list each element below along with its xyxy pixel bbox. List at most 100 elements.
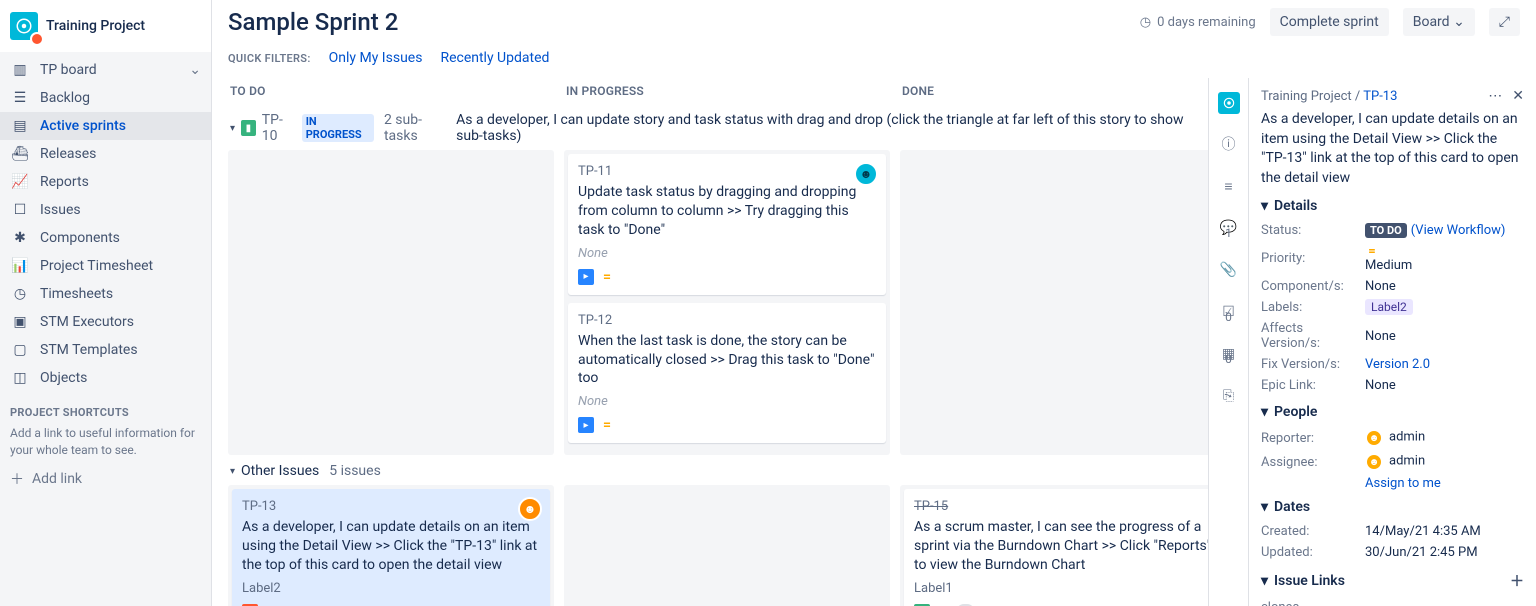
section-details[interactable]: ▾Details	[1261, 198, 1524, 214]
nav-stm-executors[interactable]: ▣ STM Executors	[0, 308, 211, 336]
nav-label: STM Templates	[40, 342, 138, 358]
plus-icon: ＋	[10, 469, 24, 489]
nav-label: Components	[40, 230, 120, 246]
ship-icon: ⛴	[10, 146, 30, 162]
swimlane-header-other[interactable]: ▾ Other Issues 5 issues	[228, 457, 1192, 485]
nav-backlog[interactable]: ☰Backlog	[0, 84, 211, 112]
swimlane-header[interactable]: ▾ ▮ TP-10 IN PROGRESS 2 sub-tasks As a d…	[228, 106, 1192, 150]
chevron-down-icon: ⌄	[1453, 14, 1465, 30]
description-icon[interactable]: ≡	[1217, 174, 1241, 198]
subtask-icon: ▸	[578, 269, 594, 285]
issue-count: 5 issues	[329, 463, 381, 479]
more-icon[interactable]: ⋯	[1488, 88, 1502, 104]
cell-done[interactable]	[900, 150, 1208, 455]
avatar: ☻	[1365, 453, 1383, 471]
issue-label: Label1	[914, 581, 1208, 596]
issue-card[interactable]: ☻ TP-11 Update task status by dragging a…	[568, 154, 886, 295]
main-header: Sample Sprint 2 ◷0 days remaining Comple…	[212, 0, 1536, 78]
priority-medium-icon: =	[1365, 244, 1379, 258]
avatar[interactable]: ☻	[854, 162, 878, 186]
nav-stm-templates[interactable]: ▢ STM Templates	[0, 336, 211, 364]
template-icon: ▢	[10, 342, 30, 358]
issue-card[interactable]: TP-12 When the last task is done, the st…	[568, 303, 886, 444]
subtask-count: 2 sub-tasks	[384, 112, 450, 144]
collapse-triangle-icon[interactable]: ▾	[230, 123, 235, 134]
swimlane-summary: As a developer, I can update story and t…	[456, 112, 1190, 144]
field-value: None	[1365, 279, 1396, 294]
info-icon[interactable]: ⓘ	[1217, 132, 1241, 156]
attach-icon[interactable]: 📎	[1217, 258, 1241, 282]
status-lozenge: IN PROGRESS	[302, 114, 374, 142]
cell-inprogress[interactable]: ☻ TP-11 Update task status by dragging a…	[564, 150, 890, 455]
quick-filters-label: QUICK FILTERS:	[228, 52, 311, 65]
nav-components[interactable]: ✱ Components	[0, 224, 211, 252]
field-value: 30/Jun/21 2:45 PM	[1365, 545, 1478, 560]
field-value: = Medium	[1365, 244, 1412, 273]
nav-releases[interactable]: ⛴Releases	[0, 140, 211, 168]
field-label: Reporter:	[1261, 431, 1365, 446]
section-dates[interactable]: ▾Dates	[1261, 499, 1524, 515]
field-label: Epic Link:	[1261, 378, 1365, 393]
issue-key[interactable]: TP-13	[242, 499, 540, 514]
view-workflow-link[interactable]: (View Workflow)	[1411, 223, 1506, 238]
filter-only-my-issues[interactable]: Only My Issues	[329, 50, 423, 66]
complete-sprint-button[interactable]: Complete sprint	[1270, 8, 1389, 36]
clock-icon: ◷	[1140, 15, 1151, 30]
close-icon[interactable]: ✕	[1512, 88, 1524, 104]
column-header-todo: TO DO	[228, 78, 554, 104]
sprint-title: Sample Sprint 2	[228, 8, 398, 36]
field-label: Assignee:	[1261, 455, 1365, 470]
nav-objects[interactable]: ◫Objects	[0, 364, 211, 392]
cell-todo[interactable]	[228, 150, 554, 455]
field-label: Updated:	[1261, 545, 1365, 560]
nav-board[interactable]: ▥TP board⌄	[0, 56, 211, 84]
sidebar-nav: ▥TP board⌄ ☰Backlog ▤Active sprints ⛴Rel…	[0, 52, 211, 396]
nav-label: STM Executors	[40, 314, 134, 330]
assign-to-me-link[interactable]: Assign to me	[1365, 476, 1524, 491]
add-link-button[interactable]: ＋Add link	[10, 469, 201, 489]
cell-todo[interactable]: ☻ TP-13 As a developer, I can update det…	[228, 485, 554, 606]
cell-inprogress[interactable]	[564, 485, 890, 606]
breadcrumb: Training Project / TP-13	[1261, 89, 1397, 104]
cell-done[interactable]: TP-15 As a scrum master, I can see the p…	[900, 485, 1208, 606]
shortcuts-desc: Add a link to useful information for you…	[10, 425, 201, 459]
issue-title: As a scrum master, I can see the progres…	[914, 518, 1208, 575]
fix-version-link[interactable]: Version 2.0	[1365, 357, 1430, 372]
collapse-triangle-icon[interactable]: ▾	[230, 466, 235, 477]
issue-card[interactable]: TP-15 As a scrum master, I can see the p…	[904, 489, 1208, 606]
swimlane-label: Other Issues	[241, 463, 319, 479]
component-icon: ✱	[10, 230, 30, 246]
shortcuts-section: PROJECT SHORTCUTS Add a link to useful i…	[0, 396, 211, 499]
filter-recently-updated[interactable]: Recently Updated	[440, 50, 549, 66]
section-issue-links[interactable]: ▾Issue Links＋	[1261, 571, 1524, 591]
field-label: Fix Version/s:	[1261, 357, 1365, 372]
chevron-down-icon: ▾	[1261, 499, 1268, 515]
issue-label: Label2	[242, 581, 540, 596]
issue-key[interactable]: TP-15	[914, 499, 1208, 514]
board-dropdown-button[interactable]: Board ⌄	[1403, 8, 1475, 36]
link-type: clones	[1261, 600, 1299, 606]
project-header[interactable]: Training Project	[0, 0, 211, 52]
section-people[interactable]: ▾People	[1261, 404, 1524, 420]
nav-label: TP board	[40, 62, 97, 78]
executor-icon: ▣	[10, 314, 30, 330]
clock-icon: ◷	[10, 286, 30, 302]
nav-issues[interactable]: ☐Issues	[0, 196, 211, 224]
issue-card[interactable]: ☻ TP-13 As a developer, I can update det…	[232, 489, 550, 606]
nav-reports[interactable]: 📈Reports	[0, 168, 211, 196]
swimlane-key[interactable]: TP-10	[262, 112, 296, 144]
field-value: 14/May/21 4:35 AM	[1365, 524, 1481, 539]
nav-timesheets[interactable]: ◷Timesheets	[0, 280, 211, 308]
issue-key[interactable]: TP-12	[578, 313, 876, 328]
add-link-icon[interactable]: ＋	[1510, 571, 1524, 591]
label-chip[interactable]: Label2	[1365, 299, 1413, 315]
issue-key-link[interactable]: TP-13	[1363, 89, 1397, 104]
main: Sample Sprint 2 ◷0 days remaining Comple…	[212, 0, 1536, 606]
link-icon[interactable]: ⎘	[1217, 384, 1241, 408]
fullscreen-button[interactable]: ⤢	[1489, 8, 1520, 36]
issue-key[interactable]: TP-11	[578, 164, 876, 179]
issue-estimate: None	[578, 246, 876, 261]
nav-project-timesheet[interactable]: 📊Project Timesheet	[0, 252, 211, 280]
issues-icon: ☐	[10, 202, 30, 218]
nav-active-sprints[interactable]: ▤Active sprints	[0, 112, 211, 140]
